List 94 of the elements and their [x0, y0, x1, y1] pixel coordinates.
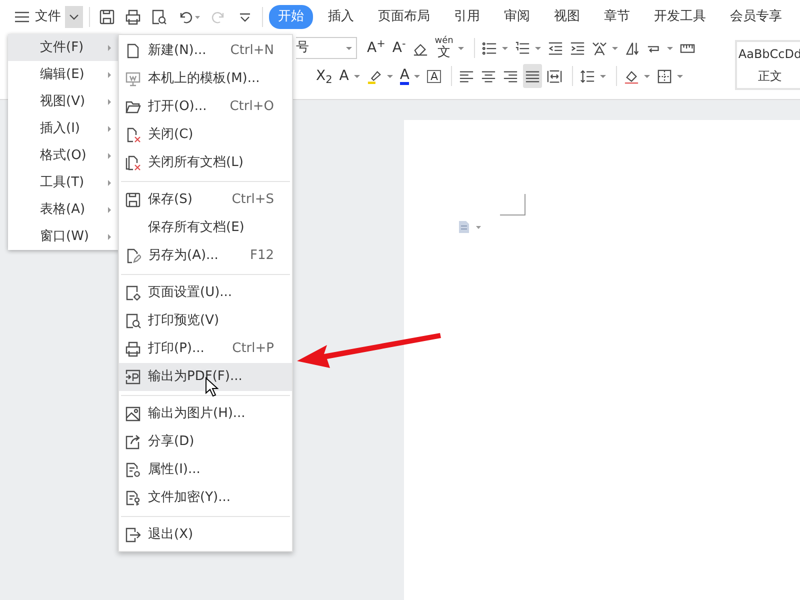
caret-icon — [676, 74, 683, 78]
align-center-icon — [480, 68, 496, 84]
font-style-button[interactable]: A — [398, 64, 422, 88]
ribbon-tab[interactable]: 开发工具 — [645, 5, 715, 29]
ribbon-tab[interactable]: 章节 — [595, 5, 639, 29]
menu-item[interactable]: 页面设置(U)... — [119, 279, 292, 307]
folder-icon — [125, 99, 141, 115]
menu-item[interactable]: 另存为(A)... F12 — [119, 242, 292, 270]
caret-icon — [502, 46, 508, 50]
caret-icon — [667, 46, 674, 50]
document-icon[interactable] — [458, 220, 482, 234]
encryption-icon — [125, 490, 141, 506]
menu-item[interactable]: 打印(P)... Ctrl+P — [119, 335, 292, 363]
caret-icon — [612, 46, 618, 50]
shortcut-text: F12 — [250, 247, 274, 266]
caret-icon — [354, 74, 360, 78]
shortcut-text: Ctrl+O — [230, 98, 274, 116]
ribbon-tab[interactable]: 页面布局 — [369, 5, 439, 29]
menu-item[interactable]: 文件(F) — [8, 34, 119, 61]
justify-button[interactable] — [522, 64, 542, 88]
menu-item[interactable]: 打开(O)... Ctrl+O — [119, 93, 292, 121]
caret-icon — [600, 74, 606, 78]
menu-item[interactable]: 分享(D) — [119, 428, 292, 456]
menu-item[interactable]: 输出为PDF(F)... — [119, 363, 292, 391]
bulleted-list-icon — [482, 40, 498, 56]
template-icon — [125, 71, 141, 87]
phonetic-guide-button[interactable]: wén 文 — [432, 36, 466, 60]
menu-item[interactable]: 打印预览(V) — [119, 307, 292, 335]
menu-item[interactable]: 输出为图片(H)... — [119, 400, 292, 428]
export-pdf-icon — [125, 369, 141, 385]
new-document-icon — [125, 43, 141, 59]
increase-indent-icon — [570, 40, 586, 56]
close-all-documents-icon — [125, 155, 141, 171]
line-spacing-icon — [580, 68, 595, 84]
shading-icon — [624, 68, 639, 84]
menu-item[interactable]: 文件加密(Y)... — [119, 484, 292, 512]
menu-item[interactable]: 退出(X) — [119, 521, 292, 549]
font-style-button[interactable]: A — [337, 64, 362, 88]
print-preview-icon — [151, 9, 167, 25]
borders-icon — [656, 68, 672, 84]
margin-corner-mark — [500, 194, 526, 216]
properties-icon — [125, 462, 141, 478]
caret-icon — [414, 74, 420, 78]
caret-icon — [239, 12, 251, 22]
menu-item[interactable]: 保存所有文档(E) — [119, 214, 292, 242]
shortcut-text: Ctrl+P — [232, 340, 274, 358]
justify-icon — [524, 68, 540, 84]
chevron-down-icon — [69, 14, 79, 20]
save-icon — [99, 9, 115, 25]
shortcut-text: Ctrl+S — [232, 191, 274, 210]
highlighter-icon — [366, 68, 382, 84]
image-icon — [125, 406, 141, 422]
style-name-text: 正文 — [758, 68, 782, 85]
ribbon-tab[interactable]: 会员专享 — [721, 5, 791, 29]
share-icon — [125, 434, 141, 450]
font-style-button[interactable]: A$^{+}$ — [365, 36, 388, 60]
ribbon-tab[interactable]: 审阅 — [495, 5, 539, 29]
menu-icon[interactable] — [14, 11, 30, 23]
menu-item[interactable]: 属性(I)... — [119, 456, 292, 484]
ribbon-tab[interactable]: 视图 — [545, 5, 589, 29]
close-document-icon — [125, 127, 141, 143]
caret-icon — [644, 74, 650, 78]
font-size-field[interactable]: 号 — [296, 37, 357, 59]
sort-icon — [625, 40, 640, 56]
numbered-list-icon — [515, 40, 530, 56]
exit-icon — [125, 527, 141, 543]
ribbon-tab[interactable]: 引用 — [445, 5, 489, 29]
page-setup-icon — [125, 285, 141, 301]
print-preview-icon — [125, 313, 141, 329]
dropdown-button[interactable] — [65, 6, 83, 28]
decrease-indent-icon — [548, 40, 564, 56]
save-as-icon — [125, 248, 141, 264]
font-style-button[interactable]: A — [425, 64, 443, 88]
caret-icon — [458, 46, 464, 50]
menu-item[interactable]: 关闭(C) — [119, 121, 292, 149]
caret-icon — [535, 46, 542, 50]
printer-icon — [125, 341, 141, 357]
menu-item[interactable]: 保存(S) Ctrl+S — [119, 186, 292, 214]
menu-item[interactable]: 新建(N)... Ctrl+N — [119, 37, 292, 65]
distributed-align-icon — [546, 68, 562, 84]
caret-icon — [386, 74, 393, 78]
shortcut-text: Ctrl+N — [230, 42, 274, 60]
ribbon-tab[interactable]: 插入 — [319, 5, 363, 29]
align-left-icon — [458, 68, 474, 84]
font-style-button[interactable]: X$_{2}$ — [314, 64, 334, 88]
menu-item[interactable]: 本机上的模板(M)... — [119, 65, 292, 93]
app-menu-label[interactable]: 文件 — [35, 7, 61, 27]
font-style-button[interactable]: A$^{-}$ — [390, 36, 408, 60]
align-right-icon — [502, 68, 518, 84]
print-icon — [125, 9, 141, 25]
save-icon — [125, 192, 141, 208]
menu-item[interactable]: 关闭所有文档(L) — [119, 149, 292, 177]
menu-item[interactable]: 窗口(W) — [8, 223, 119, 250]
text-direction-icon — [592, 40, 608, 56]
